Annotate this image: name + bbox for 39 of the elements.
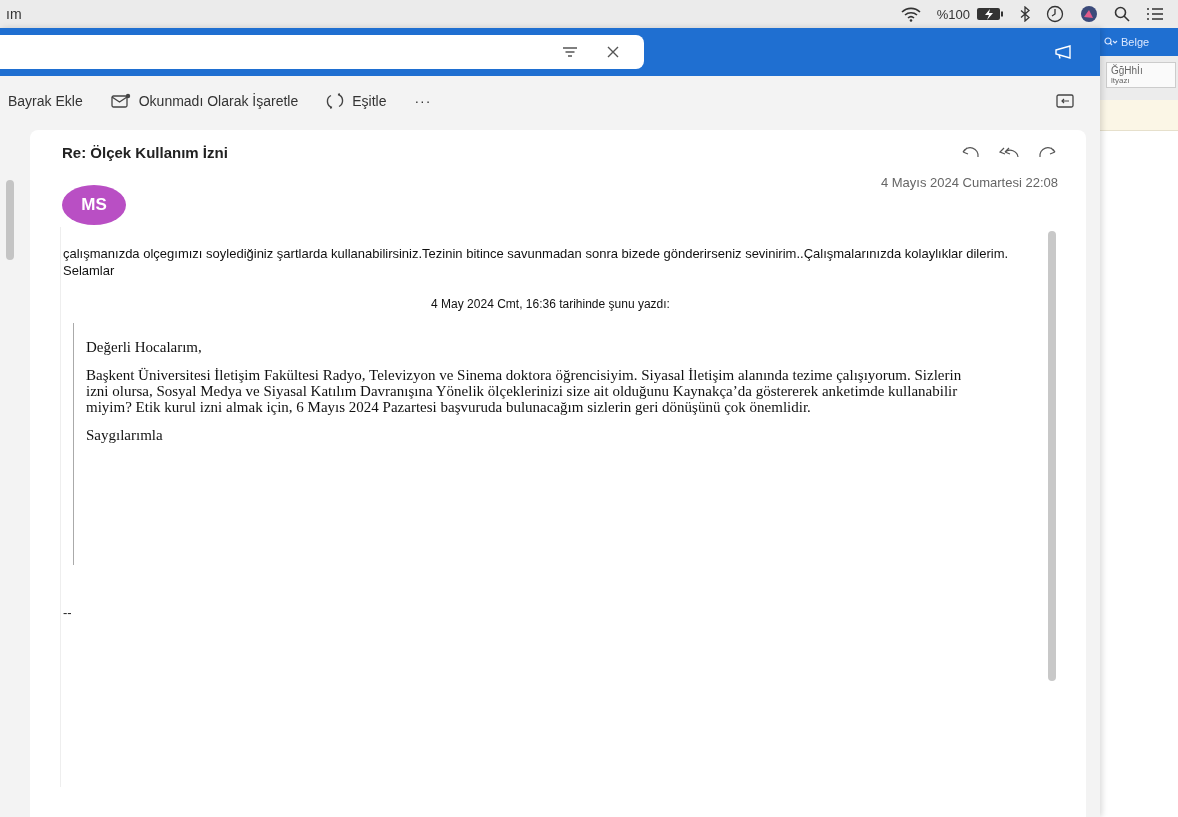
search-field[interactable] — [0, 35, 644, 69]
list-icon[interactable] — [1146, 7, 1164, 21]
search-field[interactable]: Belge — [1121, 36, 1150, 48]
sync-button[interactable]: Eşitle — [314, 88, 399, 114]
megaphone-icon[interactable] — [1054, 44, 1074, 60]
message-subject: Re: Ölçek Kullanım İzni — [62, 144, 228, 161]
signature: -- — [63, 605, 73, 620]
envelope-icon — [110, 93, 131, 109]
scrollbar[interactable] — [6, 180, 14, 260]
forward-icon[interactable] — [1038, 145, 1058, 160]
battery-icon[interactable] — [976, 7, 1004, 21]
app-menu[interactable]: ım — [6, 6, 22, 22]
filter-icon[interactable] — [562, 46, 578, 58]
quoted-text: Başkent Üniversitesi İletişim Fakültesi Radyo, Televizyon ve Sinema doktora öğrencisiyim. Siyasal İletişim alanında tezime çalışıyorum. Sizlerin izni olursa, Sosyal Medya ve Siyasal Katılım Davranışına Yönelik ölçeklerinizi size ait olduğunu Kaynakça’da göstererek anketimde kullanabilir miyim? Etik kurul izni almak için, 6 Mayıs 2024 Pazartesi başvuruda bulunacağım sizlerin geri dönüşünü çok önemlidir. — [86, 367, 963, 415]
scrollbar[interactable] — [1048, 231, 1056, 681]
style-name: ltyazı — [1111, 76, 1131, 85]
bluetooth-icon[interactable] — [1020, 6, 1030, 22]
clock-icon[interactable] — [1046, 5, 1064, 23]
message-date: 4 Mayıs 2024 Cumartesi 22:08 — [880, 175, 1058, 190]
more-button[interactable]: ··· — [402, 89, 444, 113]
battery-percent: %100 — [936, 6, 970, 22]
quoted-text: Değerli Hocalarım, — [86, 339, 203, 355]
reply-text: çalışmanızda olçegımızı soylediğiniz şartlarda kullanabilirsiniz.Tezinin bitince savunmadan sonra bizede gönderirseniz sevinirim..Çalışmalarınızda kolaylıklar dilerim. — [63, 245, 1010, 262]
search-icon[interactable] — [1114, 6, 1130, 22]
close-icon[interactable] — [606, 45, 620, 59]
wifi-icon[interactable] — [900, 6, 921, 22]
globe-icon[interactable] — [1080, 5, 1098, 23]
style-sample: ĞğHhİı — [1111, 65, 1144, 76]
expand-icon[interactable] — [1056, 94, 1074, 108]
mark-unread-button[interactable]: Okunmadı Olarak İşaretle — [98, 89, 311, 113]
reply-text: Selamlar — [63, 262, 116, 279]
style-preview[interactable]: ĞğHhİı ltyazı — [1106, 62, 1176, 88]
flag-button[interactable]: Bayrak Ekle — [0, 89, 95, 113]
reply-all-icon[interactable] — [998, 145, 1020, 160]
reply-icon[interactable] — [960, 145, 980, 160]
avatar: MS — [62, 185, 126, 225]
quote-header: 4 May 2024 Cmt, 16:36 tarihinde şunu yazdı: — [430, 297, 671, 311]
sync-icon — [326, 92, 345, 110]
quoted-text: Saygılarımla — [86, 427, 164, 443]
